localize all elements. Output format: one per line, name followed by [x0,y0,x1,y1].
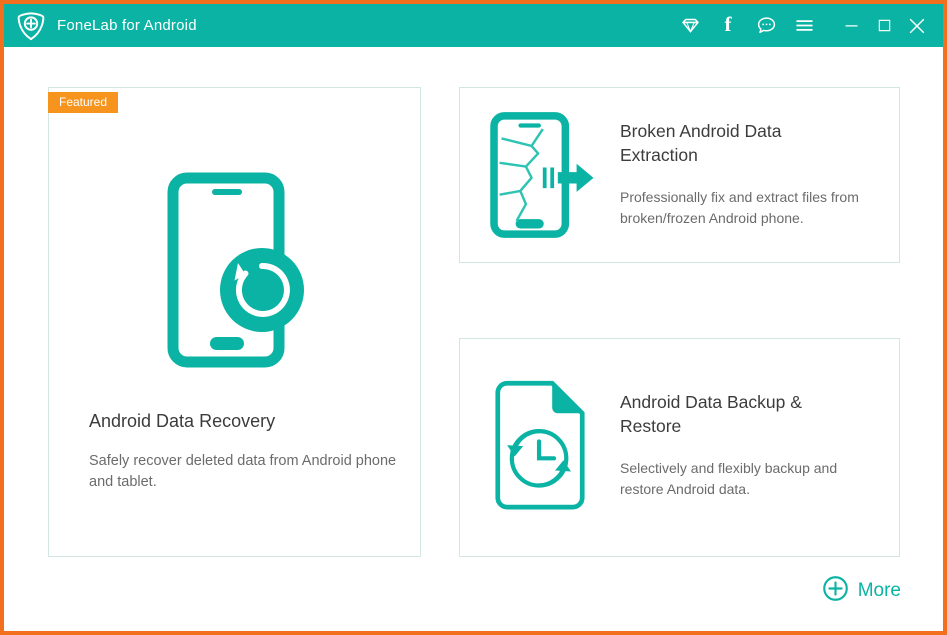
hamburger-menu-icon[interactable] [791,13,817,39]
broken-title: Broken Android Data Extraction [620,121,782,165]
titlebar-icon-group: f [677,13,929,39]
minimize-button[interactable] [839,14,863,38]
backup-description: Selectively and flexibly backup and rest… [620,460,838,498]
broken-text-block: Broken Android Data Extraction Professio… [620,88,899,229]
close-button[interactable] [905,14,929,38]
recovery-title: Android Data Recovery [89,411,276,431]
document-clock-restore-icon [460,339,620,556]
backup-text-block: Android Data Backup & Restore Selectivel… [620,339,899,500]
title-bar: FoneLab for Android f [4,0,943,47]
facebook-icon[interactable]: f [715,13,741,39]
broken-phone-extract-icon [460,88,620,262]
card-android-data-recovery[interactable]: Android Data Recovery Safely recover del… [48,87,421,557]
more-button[interactable]: More [822,575,901,607]
recovery-description: Safely recover deleted data from Android… [89,452,397,490]
feedback-chat-icon[interactable] [753,13,779,39]
plus-circle-icon [822,575,849,607]
main-content: Featured Android Data Recovery Safely re… [4,47,943,631]
card-android-data-backup-restore[interactable]: Android Data Backup & Restore Selectivel… [459,338,900,557]
application-window: FoneLab for Android f Featured Android D… [0,0,947,635]
diamond-icon[interactable] [677,13,703,39]
recovery-text-block: Android Data Recovery Safely recover del… [89,410,400,493]
window-controls [839,14,929,38]
maximize-button[interactable] [872,14,896,38]
shield-plus-logo [16,11,46,41]
app-title: FoneLab for Android [57,17,197,34]
featured-badge: Featured [48,92,119,113]
broken-description: Professionally fix and extract files fro… [620,189,859,227]
phone-restore-icon [49,170,420,370]
backup-title: Android Data Backup & Restore [620,392,802,436]
more-label: More [857,580,901,601]
card-broken-android-data-extraction[interactable]: Broken Android Data Extraction Professio… [459,87,900,263]
